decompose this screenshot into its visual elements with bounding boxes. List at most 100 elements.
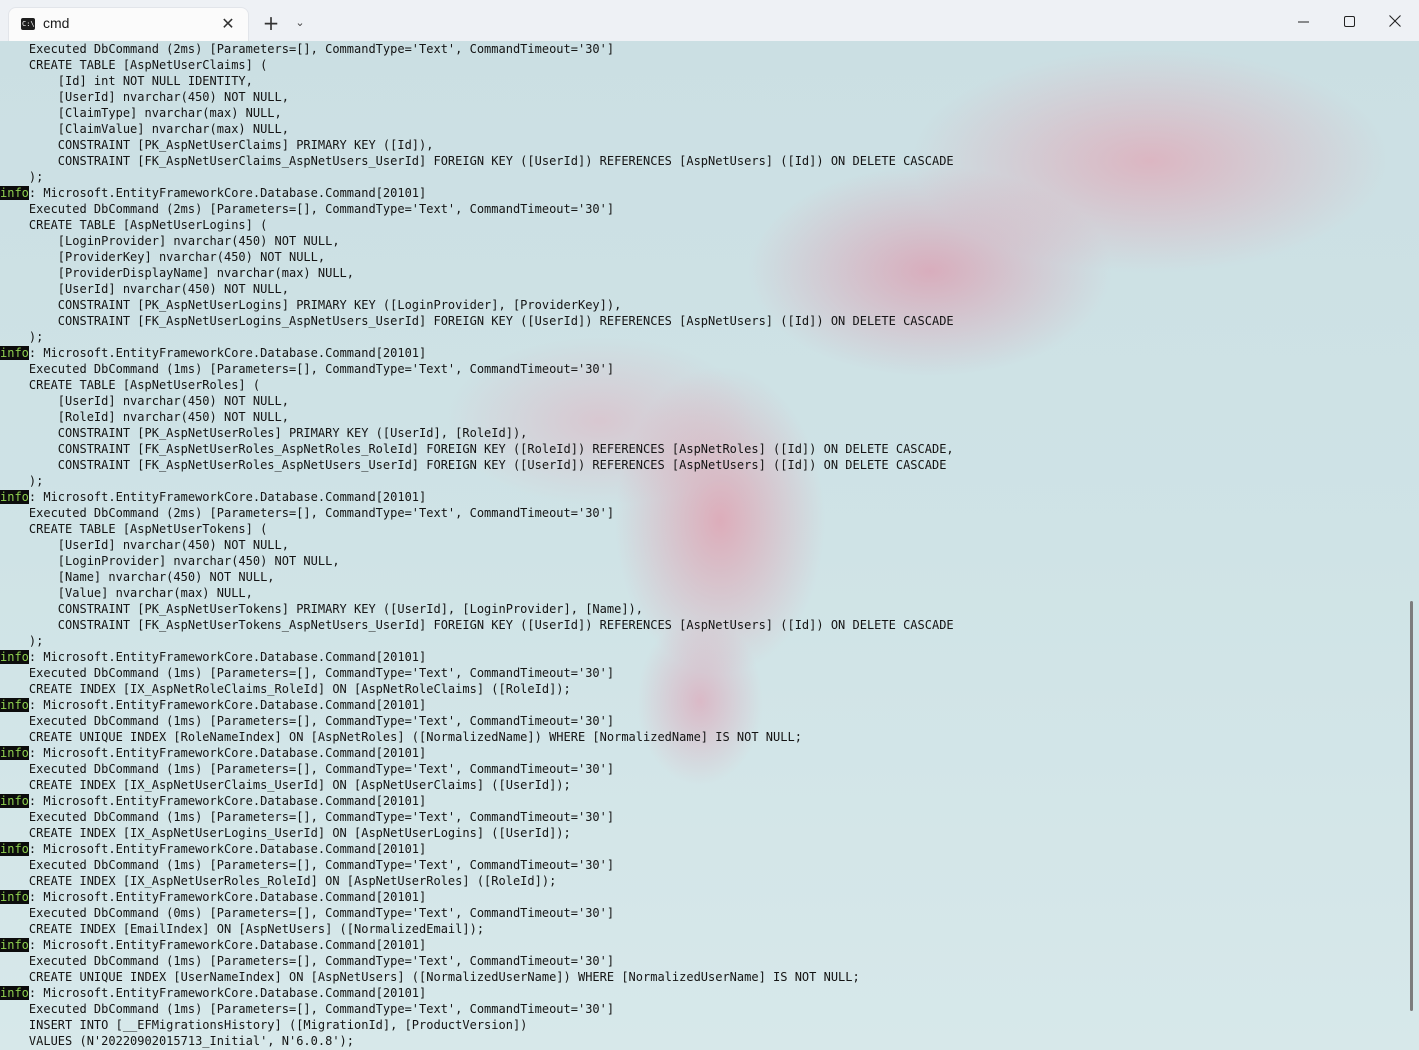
log-line: [ProviderKey] nvarchar(450) NOT NULL,: [0, 249, 954, 265]
log-line: CONSTRAINT [FK_AspNetUserRoles_AspNetRol…: [0, 441, 954, 457]
log-line-text: [UserId] nvarchar(450) NOT NULL,: [0, 282, 289, 296]
log-line: Executed DbCommand (1ms) [Parameters=[],…: [0, 665, 954, 681]
log-line: CREATE TABLE [AspNetUserClaims] (: [0, 57, 954, 73]
log-line: Executed DbCommand (1ms) [Parameters=[],…: [0, 713, 954, 729]
log-info-line: info: Microsoft.EntityFrameworkCore.Data…: [0, 345, 954, 361]
log-line-text: CREATE TABLE [AspNetUserClaims] (: [0, 58, 268, 72]
maximize-icon: [1343, 15, 1355, 27]
log-line-text: Executed DbCommand (2ms) [Parameters=[],…: [0, 202, 615, 216]
log-line: CONSTRAINT [FK_AspNetUserRoles_AspNetUse…: [0, 457, 954, 473]
log-line-text: : Microsoft.EntityFrameworkCore.Database…: [28, 186, 427, 200]
log-line-text: Executed DbCommand (2ms) [Parameters=[],…: [0, 506, 615, 520]
log-line: [ClaimValue] nvarchar(max) NULL,: [0, 121, 954, 137]
log-line-text: Executed DbCommand (1ms) [Parameters=[],…: [0, 858, 615, 872]
log-line-text: CONSTRAINT [FK_AspNetUserLogins_AspNetUs…: [0, 314, 954, 328]
log-line: CONSTRAINT [PK_AspNetUserLogins] PRIMARY…: [0, 297, 954, 313]
log-line-text: : Microsoft.EntityFrameworkCore.Database…: [28, 746, 427, 760]
info-badge: info: [0, 986, 29, 1000]
log-line: Executed DbCommand (1ms) [Parameters=[],…: [0, 361, 954, 377]
log-line: CREATE UNIQUE INDEX [RoleNameIndex] ON […: [0, 729, 954, 745]
maximize-button[interactable]: [1334, 9, 1364, 33]
log-line: CREATE TABLE [AspNetUserRoles] (: [0, 377, 954, 393]
log-line: [UserId] nvarchar(450) NOT NULL,: [0, 281, 954, 297]
log-line-text: : Microsoft.EntityFrameworkCore.Database…: [28, 650, 427, 664]
log-line: [UserId] nvarchar(450) NOT NULL,: [0, 393, 954, 409]
log-line: Executed DbCommand (1ms) [Parameters=[],…: [0, 761, 954, 777]
log-line-text: CREATE INDEX [EmailIndex] ON [AspNetUser…: [0, 922, 485, 936]
log-line: Executed DbCommand (2ms) [Parameters=[],…: [0, 505, 954, 521]
log-line-text: : Microsoft.EntityFrameworkCore.Database…: [28, 842, 427, 856]
log-line-text: [ProviderKey] nvarchar(450) NOT NULL,: [0, 250, 326, 264]
log-line-text: );: [0, 170, 44, 184]
info-badge: info: [0, 890, 29, 904]
log-line: Executed DbCommand (1ms) [Parameters=[],…: [0, 857, 954, 873]
log-line-text: Executed DbCommand (1ms) [Parameters=[],…: [0, 714, 615, 728]
tab-title: cmd: [43, 15, 70, 31]
log-line: [RoleId] nvarchar(450) NOT NULL,: [0, 409, 954, 425]
log-line: [Id] int NOT NULL IDENTITY,: [0, 73, 954, 89]
log-line-text: [LoginProvider] nvarchar(450) NOT NULL,: [0, 234, 340, 248]
log-line-text: CONSTRAINT [FK_AspNetUserRoles_AspNetRol…: [0, 442, 954, 456]
title-bar: C:\ cmd ✕ + ⌄: [0, 0, 1419, 42]
log-line-text: CREATE INDEX [IX_AspNetRoleClaims_RoleId…: [0, 682, 571, 696]
log-info-line: info: Microsoft.EntityFrameworkCore.Data…: [0, 649, 954, 665]
log-line: CONSTRAINT [FK_AspNetUserClaims_AspNetUs…: [0, 153, 954, 169]
tab-close-icon[interactable]: ✕: [218, 14, 238, 34]
info-badge: info: [0, 186, 29, 200]
log-line: [Value] nvarchar(max) NULL,: [0, 585, 954, 601]
log-line-text: Executed DbCommand (1ms) [Parameters=[],…: [0, 666, 615, 680]
log-line-text: CONSTRAINT [FK_AspNetUserTokens_AspNetUs…: [0, 618, 954, 632]
info-badge: info: [0, 698, 29, 712]
log-line: CONSTRAINT [PK_AspNetUserTokens] PRIMARY…: [0, 601, 954, 617]
minimize-button[interactable]: [1288, 9, 1318, 33]
log-line: [LoginProvider] nvarchar(450) NOT NULL,: [0, 553, 954, 569]
log-line-text: CONSTRAINT [FK_AspNetUserClaims_AspNetUs…: [0, 154, 954, 168]
command-prompt-icon: C:\: [21, 18, 35, 30]
log-info-line: info: Microsoft.EntityFrameworkCore.Data…: [0, 841, 954, 857]
log-line-text: Executed DbCommand (1ms) [Parameters=[],…: [0, 954, 615, 968]
log-line-text: Executed DbCommand (2ms) [Parameters=[],…: [0, 42, 615, 56]
log-line-text: [ClaimValue] nvarchar(max) NULL,: [0, 122, 289, 136]
log-line: CONSTRAINT [PK_AspNetUserClaims] PRIMARY…: [0, 137, 954, 153]
log-line-text: Executed DbCommand (1ms) [Parameters=[],…: [0, 362, 615, 376]
log-line-text: CONSTRAINT [PK_AspNetUserTokens] PRIMARY…: [0, 602, 643, 616]
log-line: );: [0, 329, 954, 345]
log-info-line: info: Microsoft.EntityFrameworkCore.Data…: [0, 937, 954, 953]
info-badge: info: [0, 842, 29, 856]
log-line-text: [LoginProvider] nvarchar(450) NOT NULL,: [0, 554, 340, 568]
log-line-text: [Id] int NOT NULL IDENTITY,: [0, 74, 253, 88]
log-line-text: [ProviderDisplayName] nvarchar(max) NULL…: [0, 266, 355, 280]
log-line: Executed DbCommand (1ms) [Parameters=[],…: [0, 1001, 954, 1017]
chevron-down-icon[interactable]: ⌄: [292, 13, 308, 33]
new-tab-button[interactable]: +: [260, 12, 282, 34]
terminal-output[interactable]: Executed DbCommand (2ms) [Parameters=[],…: [0, 41, 1419, 1050]
log-line: [UserId] nvarchar(450) NOT NULL,: [0, 89, 954, 105]
log-line-text: : Microsoft.EntityFrameworkCore.Database…: [28, 490, 427, 504]
log-line: CREATE TABLE [AspNetUserTokens] (: [0, 521, 954, 537]
log-info-line: info: Microsoft.EntityFrameworkCore.Data…: [0, 489, 954, 505]
log-line-text: CREATE TABLE [AspNetUserLogins] (: [0, 218, 268, 232]
log-line-text: [Name] nvarchar(450) NOT NULL,: [0, 570, 275, 584]
log-line-text: );: [0, 330, 44, 344]
log-line: Executed DbCommand (2ms) [Parameters=[],…: [0, 201, 954, 217]
tab-cmd[interactable]: C:\ cmd ✕: [9, 8, 248, 41]
log-line-text: [Value] nvarchar(max) NULL,: [0, 586, 253, 600]
log-line-text: Executed DbCommand (0ms) [Parameters=[],…: [0, 906, 615, 920]
log-line-text: [UserId] nvarchar(450) NOT NULL,: [0, 538, 289, 552]
info-badge: info: [0, 794, 29, 808]
log-line: [Name] nvarchar(450) NOT NULL,: [0, 569, 954, 585]
log-line: VALUES (N'20220902015713_Initial', N'6.0…: [0, 1033, 954, 1049]
log-line: Executed DbCommand (0ms) [Parameters=[],…: [0, 905, 954, 921]
minimize-icon: [1297, 21, 1309, 22]
log-line-text: CREATE INDEX [IX_AspNetUserClaims_UserId…: [0, 778, 571, 792]
log-line: INSERT INTO [__EFMigrationsHistory] ([Mi…: [0, 1017, 954, 1033]
log-line: );: [0, 473, 954, 489]
log-line-text: CREATE INDEX [IX_AspNetUserRoles_RoleId]…: [0, 874, 557, 888]
log-line-text: : Microsoft.EntityFrameworkCore.Database…: [28, 346, 427, 360]
log-line-text: : Microsoft.EntityFrameworkCore.Database…: [28, 890, 427, 904]
log-line: );: [0, 169, 954, 185]
vertical-scrollbar[interactable]: [1410, 601, 1413, 1011]
log-line-text: Executed DbCommand (1ms) [Parameters=[],…: [0, 810, 615, 824]
close-window-button[interactable]: [1380, 9, 1410, 33]
log-line-text: CREATE TABLE [AspNetUserRoles] (: [0, 378, 261, 392]
